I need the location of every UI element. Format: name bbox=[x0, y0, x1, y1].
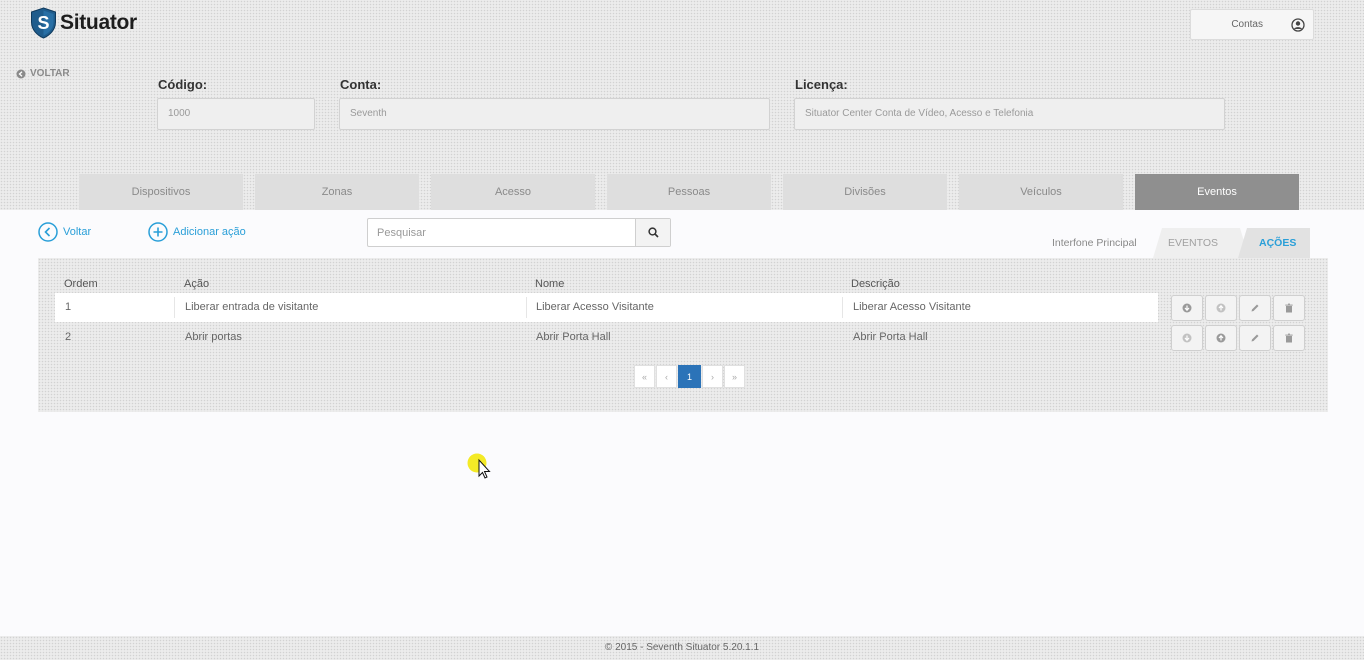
actions-table-panel: Ordem Ação Nome Descrição 1 Liberar entr… bbox=[38, 258, 1328, 412]
cell-nome: Liberar Acesso Visitante bbox=[536, 301, 654, 313]
conta-field[interactable]: Seventh bbox=[339, 98, 770, 130]
cell-acao: Abrir portas bbox=[185, 331, 242, 343]
footer: © 2015 - Seventh Situator 5.20.1.1 bbox=[0, 636, 1364, 660]
user-circle-icon bbox=[1291, 17, 1305, 32]
trash-icon bbox=[1285, 333, 1293, 343]
footer-copyright: © 2015 - Seventh Situator 5.20.1.1 bbox=[604, 642, 760, 653]
back-label: VOLTAR bbox=[30, 68, 70, 79]
shield-logo-icon: S bbox=[31, 7, 56, 39]
cell-acao: Liberar entrada de visitante bbox=[185, 301, 319, 313]
subtabs: Interfone Principal EVENTOS AÇÕES bbox=[1040, 228, 1310, 258]
arrow-left-circle-icon bbox=[16, 69, 26, 78]
tab-zonas[interactable]: Zonas bbox=[255, 174, 419, 210]
search-icon bbox=[647, 227, 659, 238]
cell-descricao: Abrir Porta Hall bbox=[853, 331, 928, 343]
situator-logo[interactable]: S Situator bbox=[30, 7, 137, 39]
add-action-label: Adicionar ação bbox=[173, 226, 246, 238]
arrow-up-circle-icon bbox=[1216, 303, 1226, 313]
add-action-button[interactable]: Adicionar ação bbox=[148, 222, 246, 242]
column-header-ordem: Ordem bbox=[64, 278, 98, 290]
subtab-eventos[interactable]: EVENTOS bbox=[1168, 228, 1218, 258]
back-link[interactable]: VOLTAR bbox=[16, 68, 70, 79]
chevron-left-circle-icon bbox=[38, 222, 58, 242]
page-current-button[interactable]: 1 bbox=[678, 365, 701, 388]
move-down-button[interactable] bbox=[1171, 325, 1203, 351]
move-up-button[interactable] bbox=[1205, 295, 1237, 321]
tab-dispositivos[interactable]: Dispositivos bbox=[79, 174, 243, 210]
delete-button[interactable] bbox=[1273, 325, 1305, 351]
table-row[interactable]: 2 Abrir portas Abrir Porta Hall Abrir Po… bbox=[55, 323, 1158, 352]
edit-button[interactable] bbox=[1239, 295, 1271, 321]
app-name: Situator bbox=[60, 11, 137, 34]
arrow-down-circle-icon bbox=[1182, 303, 1192, 313]
column-header-nome: Nome bbox=[535, 278, 565, 290]
row-actions bbox=[1171, 295, 1307, 321]
plus-circle-icon bbox=[148, 222, 168, 242]
arrow-down-circle-icon bbox=[1182, 333, 1192, 343]
page-prev-button[interactable]: ‹ bbox=[656, 365, 677, 388]
accounts-label: Contas bbox=[1231, 19, 1263, 30]
tab-divisoes[interactable]: Divisões bbox=[783, 174, 947, 210]
licenca-field[interactable]: Situator Center Conta de Vídeo, Acesso e… bbox=[794, 98, 1225, 130]
search-button[interactable] bbox=[635, 219, 670, 246]
pencil-icon bbox=[1251, 334, 1259, 342]
page-next-button[interactable]: › bbox=[702, 365, 723, 388]
row-actions bbox=[1171, 325, 1307, 351]
accounts-menu[interactable]: Contas bbox=[1190, 9, 1314, 40]
tab-pessoas[interactable]: Pessoas bbox=[607, 174, 771, 210]
pagination: « ‹ 1 › » bbox=[634, 365, 746, 388]
move-up-button[interactable] bbox=[1205, 325, 1237, 351]
page-last-button[interactable]: » bbox=[724, 365, 745, 388]
voltar-label: Voltar bbox=[63, 226, 92, 238]
conta-label: Conta: bbox=[340, 77, 382, 92]
pencil-icon bbox=[1251, 304, 1259, 312]
edit-button[interactable] bbox=[1239, 325, 1271, 351]
delete-button[interactable] bbox=[1273, 295, 1305, 321]
cell-descricao: Liberar Acesso Visitante bbox=[853, 301, 971, 313]
subtab-acoes[interactable]: AÇÕES bbox=[1259, 228, 1296, 258]
page-first-button[interactable]: « bbox=[634, 365, 655, 388]
cell-nome: Abrir Porta Hall bbox=[536, 331, 611, 343]
header-area: S Situator Contas VOLTAR Código: 1000 Co… bbox=[0, 0, 1364, 210]
search-box bbox=[367, 218, 671, 247]
cell-ordem: 1 bbox=[65, 301, 72, 313]
arrow-up-circle-icon bbox=[1216, 333, 1226, 343]
search-input[interactable] bbox=[368, 219, 636, 246]
mouse-cursor-icon bbox=[467, 453, 491, 479]
trash-icon bbox=[1285, 303, 1293, 313]
table-row[interactable]: 1 Liberar entrada de visitante Liberar A… bbox=[55, 293, 1158, 322]
svg-text:S: S bbox=[37, 13, 49, 33]
voltar-button[interactable]: Voltar bbox=[38, 222, 91, 242]
codigo-label: Código: bbox=[158, 77, 208, 92]
column-header-acao: Ação bbox=[184, 278, 210, 290]
subtab-context-label: Interfone Principal bbox=[1052, 237, 1137, 249]
move-down-button[interactable] bbox=[1171, 295, 1203, 321]
column-header-descricao: Descrição bbox=[851, 278, 900, 290]
cell-ordem: 2 bbox=[65, 331, 72, 343]
tab-acesso[interactable]: Acesso bbox=[431, 174, 595, 210]
licenca-label: Licença: bbox=[795, 77, 848, 92]
tab-eventos[interactable]: Eventos bbox=[1135, 174, 1299, 210]
codigo-field[interactable]: 1000 bbox=[157, 98, 315, 130]
tab-veiculos[interactable]: Veículos bbox=[959, 174, 1123, 210]
